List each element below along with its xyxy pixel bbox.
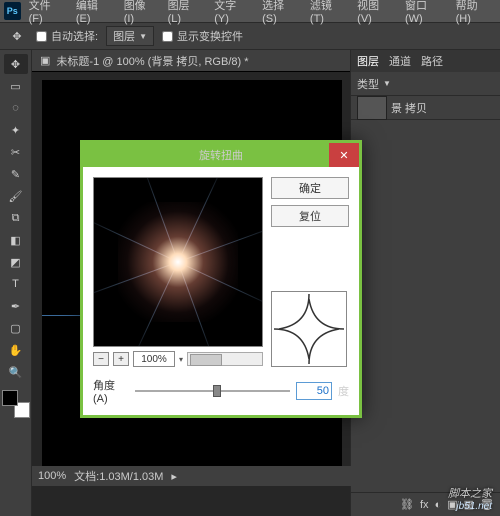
shape-tool[interactable]: ▢	[4, 318, 28, 338]
angle-input[interactable]	[296, 382, 332, 400]
move-tool-icon[interactable]: ✥	[6, 25, 28, 47]
layer-row[interactable]: 景 拷贝	[351, 96, 500, 120]
fx-icon[interactable]: fx	[420, 499, 429, 511]
watermark-sub: jb51.net	[448, 501, 492, 512]
tab-layers[interactable]: 图层	[357, 53, 379, 69]
hand-tool[interactable]: ✋	[4, 340, 28, 360]
auto-select-check[interactable]	[36, 31, 47, 42]
zoom-in-button[interactable]: +	[113, 352, 129, 366]
menu-file[interactable]: 文件(F)	[23, 0, 68, 27]
mask-icon[interactable]: ◐	[435, 499, 442, 511]
menu-help[interactable]: 帮助(H)	[450, 0, 496, 27]
eraser-tool[interactable]: ◧	[4, 230, 28, 250]
layer-name: 景 拷贝	[391, 100, 427, 116]
doc-icon: ▣	[40, 54, 50, 67]
status-info: 文档:1.03M/1.03M	[74, 468, 163, 484]
document-tab[interactable]: ▣ 未标题-1 @ 100% (背景 拷贝, RGB/8) *	[32, 50, 350, 72]
angle-unit: 度	[338, 383, 349, 399]
main-menu-bar: Ps 文件(F) 编辑(E) 图像(I) 图层(L) 文字(Y) 选择(S) 滤…	[0, 0, 500, 22]
close-button[interactable]: ✕	[329, 143, 359, 167]
filter-kind-label: 类型	[357, 76, 379, 92]
menu-view[interactable]: 视图(V)	[351, 0, 397, 27]
color-swatches[interactable]	[2, 390, 30, 418]
preview-zoom-controls: − + ▾	[93, 351, 263, 367]
show-transform-checkbox[interactable]: 显示变换控件	[162, 28, 243, 44]
toolbox: ✥ ▭ ◌ ✦ ✂ ✎ 🖌 ⧉ ◧ ◩ T ✒ ▢ ✋ 🔍	[0, 50, 32, 516]
panels: 图层 通道 路径 类型 ▼ 景 拷贝 ⛓ fx ◐ ▣ ▦ 🗑	[350, 50, 500, 516]
ok-button[interactable]: 确定	[271, 177, 349, 199]
angle-slider[interactable]	[135, 383, 290, 399]
chevron-down-icon: ▼	[139, 32, 147, 41]
menu-layer[interactable]: 图层(L)	[162, 0, 207, 27]
eyedropper-tool[interactable]: ✎	[4, 164, 28, 184]
dialog-body: − + ▾ 确定 复位	[83, 167, 359, 377]
type-tool[interactable]: T	[4, 274, 28, 294]
status-bar: 100% 文档:1.03M/1.03M ▸	[32, 466, 352, 486]
auto-select-dropdown[interactable]: 图层 ▼	[106, 26, 154, 46]
tab-paths[interactable]: 路径	[421, 53, 443, 69]
brush-tool[interactable]: 🖌	[4, 186, 28, 206]
chevron-down-icon[interactable]: ▾	[179, 355, 183, 364]
auto-select-label: 自动选择:	[51, 28, 98, 44]
watermark: 脚本之家 jb51.net	[448, 484, 492, 512]
app-logo: Ps	[4, 2, 21, 20]
angle-label: 角度(A)	[93, 377, 129, 405]
lens-flare	[118, 202, 238, 322]
dialog-title: 旋转扭曲	[199, 147, 243, 163]
menu-edit[interactable]: 编辑(E)	[70, 0, 116, 27]
show-transform-label: 显示变换控件	[177, 28, 243, 44]
tab-channels[interactable]: 通道	[389, 53, 411, 69]
menu-image[interactable]: 图像(I)	[118, 0, 160, 27]
twirl-curve-preview	[271, 291, 347, 367]
menu-type[interactable]: 文字(Y)	[208, 0, 254, 27]
preview-column: − + ▾	[93, 177, 263, 367]
auto-select-checkbox[interactable]: 自动选择:	[36, 28, 98, 44]
filter-preview[interactable]	[93, 177, 263, 347]
panel-tabs: 图层 通道 路径	[351, 50, 500, 72]
chevron-down-icon[interactable]: ▼	[383, 79, 391, 88]
slider-thumb[interactable]	[213, 385, 221, 397]
clone-tool[interactable]: ⧉	[4, 208, 28, 228]
dialog-side: 确定 复位	[271, 177, 349, 367]
menu-select[interactable]: 选择(S)	[256, 0, 302, 27]
pen-tool[interactable]: ✒	[4, 296, 28, 316]
twirl-dialog: 旋转扭曲 ✕ − + ▾ 确定 复位	[80, 140, 362, 418]
status-zoom[interactable]: 100%	[38, 470, 66, 482]
menu-filter[interactable]: 滤镜(T)	[304, 0, 349, 27]
twirl-curve-icon	[274, 294, 344, 364]
marquee-tool[interactable]: ▭	[4, 76, 28, 96]
link-icon[interactable]: ⛓	[400, 498, 414, 511]
move-tool[interactable]: ✥	[4, 54, 28, 74]
layer-thumbnail[interactable]	[357, 96, 387, 120]
lasso-tool[interactable]: ◌	[4, 98, 28, 118]
foreground-color-swatch[interactable]	[2, 390, 18, 406]
gradient-tool[interactable]: ◩	[4, 252, 28, 272]
document-tab-label: 未标题-1 @ 100% (背景 拷贝, RGB/8) *	[56, 53, 248, 69]
reset-button[interactable]: 复位	[271, 205, 349, 227]
zoom-tool[interactable]: 🔍	[4, 362, 28, 382]
zoom-value-input[interactable]	[133, 351, 175, 367]
zoom-out-button[interactable]: −	[93, 352, 109, 366]
preview-scrollbar[interactable]	[187, 352, 263, 366]
wand-tool[interactable]: ✦	[4, 120, 28, 140]
angle-row: 角度(A) 度	[83, 377, 359, 415]
watermark-main: 脚本之家	[448, 488, 492, 500]
menu-window[interactable]: 窗口(W)	[399, 0, 448, 27]
crop-tool[interactable]: ✂	[4, 142, 28, 162]
layer-filter-row: 类型 ▼	[351, 72, 500, 96]
status-arrow-icon[interactable]: ▸	[171, 470, 177, 483]
dropdown-value: 图层	[113, 28, 135, 44]
show-transform-check[interactable]	[162, 31, 173, 42]
dialog-titlebar[interactable]: 旋转扭曲 ✕	[83, 143, 359, 167]
